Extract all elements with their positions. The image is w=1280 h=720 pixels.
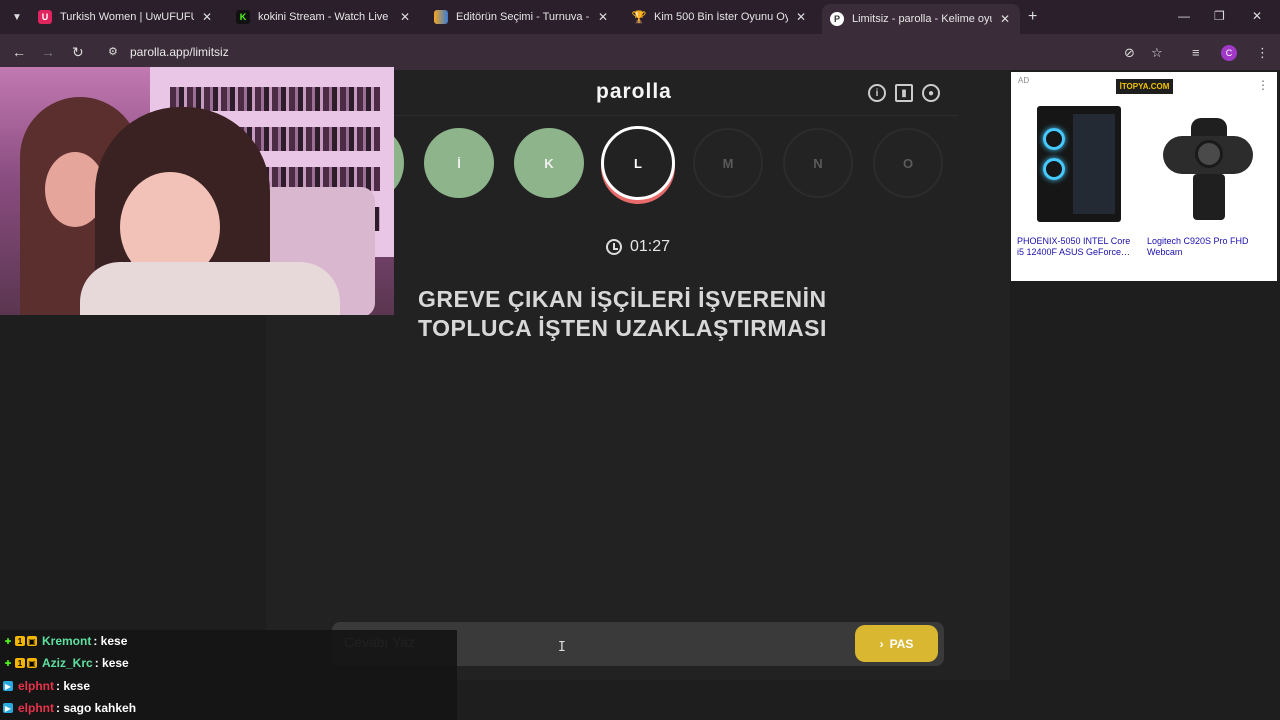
- letter-circle-k: K: [514, 128, 584, 198]
- close-icon[interactable]: ✕: [794, 10, 808, 24]
- info-icon[interactable]: i: [868, 84, 886, 102]
- tab-title: Turkish Women | UwUFUFU: [60, 11, 194, 23]
- question-text: GREVE ÇIKAN İŞÇİLERİ İŞVERENİN TOPLUCA İ…: [418, 286, 827, 341]
- tab-uwufufu[interactable]: U Turkish Women | UwUFUFU ✕: [30, 4, 222, 30]
- pass-label: PAS: [889, 636, 914, 651]
- close-icon[interactable]: ✕: [398, 10, 412, 24]
- profile-avatar[interactable]: C: [1221, 45, 1237, 61]
- tab-search-button[interactable]: ▼: [7, 7, 27, 27]
- letter-circle-l-current: L: [601, 126, 675, 200]
- ad-options-icon[interactable]: ⋮: [1257, 78, 1269, 92]
- site-info-icon[interactable]: ⚙: [108, 45, 122, 59]
- webcam-product-image[interactable]: [1163, 118, 1253, 222]
- chevron-right-icon: ›: [879, 636, 884, 651]
- restore-icon[interactable]: ❐: [1214, 9, 1225, 23]
- chat-message: ▶ elphnt : sago kahkeh: [3, 697, 136, 719]
- chat-username[interactable]: Kremont: [42, 634, 91, 648]
- clock-icon: [606, 239, 622, 255]
- chat-username[interactable]: elphnt: [18, 679, 54, 693]
- quiz-favicon-icon: [434, 10, 448, 24]
- ad-brand-logo[interactable]: İTOPYA.COM: [1116, 79, 1173, 94]
- tab-editor-choice[interactable]: Editörün Seçimi - Turnuva - Qu ✕: [426, 4, 618, 30]
- tab-parolla[interactable]: P Limitsiz - parolla - Kelime oyunu ✕: [822, 4, 1020, 34]
- minimize-icon[interactable]: —: [1178, 9, 1190, 23]
- coin-badge-icon: 1: [15, 636, 25, 646]
- close-icon[interactable]: ✕: [998, 12, 1012, 26]
- coin-badge-icon: 1: [15, 658, 25, 668]
- stream-chat: ✚ 1 ▣ Kremont : kese ✚ 1 ▣ Aziz_Krc : ke…: [0, 630, 457, 720]
- ad-label: AD: [1018, 76, 1030, 85]
- chat-message: ✚ 1 ▣ Kremont : kese: [3, 630, 128, 652]
- url-text[interactable]: parolla.app/limitsiz: [130, 45, 229, 59]
- tab-kim-500-bin[interactable]: 🏆 Kim 500 Bin İster Oyunu Oyna ✕: [624, 4, 816, 30]
- chat-text: : sago kahkeh: [56, 701, 137, 715]
- pass-button[interactable]: › PAS: [855, 625, 938, 662]
- letter-circle-i: İ: [424, 128, 494, 198]
- parolla-favicon-icon: P: [830, 12, 844, 26]
- timer-value: 01:27: [630, 238, 671, 255]
- chat-text: : kese: [93, 634, 128, 648]
- kick-favicon-icon: K: [236, 10, 250, 24]
- trophy-icon: 🏆: [631, 10, 647, 24]
- pc-case-image[interactable]: [1037, 106, 1121, 222]
- kebab-menu-icon[interactable]: ⋮: [1256, 45, 1269, 61]
- media-queue-icon[interactable]: ≡: [1192, 45, 1200, 60]
- tab-kokini[interactable]: K kokini Stream - Watch Live on K ✕: [228, 4, 420, 30]
- chat-text: : kese: [94, 656, 129, 670]
- tab-title: Editörün Seçimi - Turnuva - Qu: [456, 11, 590, 23]
- tab-title: Limitsiz - parolla - Kelime oyunu: [852, 13, 992, 25]
- kick-badge-icon: ▶: [3, 681, 13, 691]
- chat-message: ✚ 1 ▣ Aziz_Krc : kese: [3, 652, 129, 674]
- chat-username[interactable]: Aziz_Krc: [42, 656, 93, 670]
- forward-icon[interactable]: →: [41, 44, 55, 60]
- browser-toolbar: ← → ↻ ⚙ parolla.app/limitsiz ⊘ ☆ ≡ ⋮: [0, 34, 1280, 70]
- new-tab-icon[interactable]: +: [1028, 8, 1037, 26]
- uwufufu-favicon-icon: U: [38, 10, 52, 24]
- ad-product-caption[interactable]: PHOENIX-5050 INTEL Core i5 12400F ASUS G…: [1017, 236, 1135, 258]
- clothing: [80, 262, 340, 315]
- bookmark-star-icon[interactable]: ☆: [1151, 45, 1163, 61]
- tab-title: Kim 500 Bin İster Oyunu Oyna: [654, 11, 788, 23]
- sub-badge-icon: ▣: [27, 636, 37, 646]
- sub-badge-icon: ▣: [27, 658, 37, 668]
- kick-badge-icon: ▶: [3, 703, 13, 713]
- timer: 01:27: [606, 238, 670, 256]
- letter-circle-o: O: [873, 128, 943, 198]
- address-bar[interactable]: ⚙ parolla.app/limitsiz: [100, 38, 1180, 66]
- streamer-webcam: [0, 67, 394, 315]
- chat-username[interactable]: elphnt: [18, 701, 54, 715]
- chat-text: : kese: [56, 679, 91, 693]
- chat-message: ▶ elphnt : kese: [3, 675, 90, 697]
- user-account-icon[interactable]: ●: [922, 84, 940, 102]
- close-icon[interactable]: ✕: [200, 10, 214, 24]
- plus-badge-icon: ✚: [4, 636, 12, 646]
- letter-circle-m: M: [693, 128, 763, 198]
- text-cursor-icon: I: [558, 640, 566, 655]
- window-close-icon[interactable]: ✕: [1252, 9, 1262, 23]
- ad-product-caption[interactable]: Logitech C920S Pro FHD Webcam: [1147, 236, 1265, 258]
- eye-off-icon[interactable]: ⊘: [1124, 45, 1135, 61]
- tab-title: kokini Stream - Watch Live on K: [258, 11, 392, 23]
- stats-chart-icon[interactable]: ▮: [895, 84, 913, 102]
- reload-icon[interactable]: ↻: [72, 44, 84, 61]
- parolla-logo[interactable]: parolla: [596, 80, 672, 104]
- close-icon[interactable]: ✕: [596, 10, 610, 24]
- back-icon[interactable]: ←: [12, 44, 26, 60]
- letter-circle-n: N: [783, 128, 853, 198]
- plus-badge-icon: ✚: [4, 658, 12, 668]
- ad-panel[interactable]: AD ⋮ İTOPYA.COM PHOENIX-5050 INTEL Core …: [1011, 72, 1277, 281]
- tab-strip: ▼ U Turkish Women | UwUFUFU ✕ K kokini S…: [0, 0, 1280, 34]
